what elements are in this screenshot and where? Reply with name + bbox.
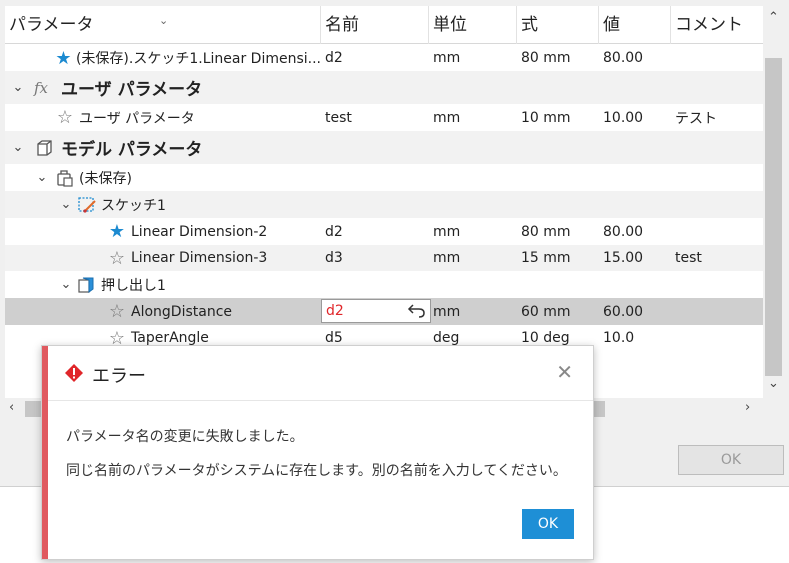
param-unit[interactable]: mm bbox=[433, 218, 460, 245]
param-name[interactable]: d3 bbox=[325, 245, 343, 271]
window-ok-button[interactable]: OK bbox=[678, 445, 784, 475]
node-label: (未保存) bbox=[79, 170, 132, 187]
table-row[interactable]: ★ (未保存).スケッチ1.Linear Dimensi... d2 mm 80… bbox=[5, 45, 763, 71]
param-label: Linear Dimension-3 bbox=[131, 250, 268, 266]
param-label: TaperAngle bbox=[131, 330, 209, 346]
param-value: 60.00 bbox=[603, 303, 644, 320]
param-value: 10.0 bbox=[603, 330, 635, 346]
dialog-message-secondary: 同じ名前のパラメータがシステムに存在します。別の名前を入力してください。 bbox=[66, 463, 567, 479]
param-expression[interactable]: 60 mm bbox=[521, 298, 571, 325]
group-row-model-parameters[interactable]: ⌄ モデル パラメータ bbox=[5, 131, 763, 164]
group-title: ユーザ パラメータ bbox=[61, 80, 203, 100]
group-title: モデル パラメータ bbox=[61, 140, 203, 160]
param-comment[interactable]: テスト bbox=[675, 104, 717, 131]
table-row-selected[interactable]: ☆ AlongDistance d2 mm 60 mm 60.00 bbox=[5, 298, 763, 325]
param-expression[interactable]: 10 mm bbox=[521, 104, 571, 131]
param-expression[interactable]: 80 mm bbox=[521, 218, 571, 245]
star-filled-icon[interactable]: ★ bbox=[107, 221, 127, 242]
dialog-header: エラー ✕ bbox=[48, 346, 593, 401]
param-value: 80.00 bbox=[603, 50, 644, 66]
param-unit[interactable]: mm bbox=[433, 104, 460, 131]
tree-node-extrude[interactable]: ⌄ 押し出し1 bbox=[5, 271, 763, 298]
param-expression[interactable]: 15 mm bbox=[521, 245, 571, 271]
param-comment[interactable]: test bbox=[675, 245, 702, 271]
column-header-name[interactable]: 名前 bbox=[321, 6, 429, 44]
table-row[interactable]: ☆ Linear Dimension-3 d3 mm 15 mm 15.00 t… bbox=[5, 245, 763, 271]
star-outline-icon[interactable]: ☆ bbox=[107, 301, 127, 322]
table-header: パラメータ ⌄ 名前 単位 式 値 コメント bbox=[5, 6, 763, 44]
scroll-down-icon[interactable]: ⌄ bbox=[768, 376, 779, 391]
param-label: ユーザ パラメータ bbox=[79, 110, 195, 127]
component-icon bbox=[55, 168, 75, 188]
param-expression[interactable]: 80 mm bbox=[521, 45, 571, 71]
cube-icon bbox=[31, 138, 57, 158]
table-row[interactable]: ☆ ユーザ パラメータ test mm 10 mm 10.00 テスト bbox=[5, 104, 763, 131]
chevron-down-icon[interactable]: ⌄ bbox=[59, 277, 73, 292]
column-header-unit[interactable]: 単位 bbox=[429, 6, 517, 44]
table-row[interactable]: ★ Linear Dimension-2 d2 mm 80 mm 80.00 bbox=[5, 218, 763, 245]
column-header-parameter[interactable]: パラメータ ⌄ bbox=[5, 6, 321, 44]
tree-node-sketch[interactable]: ⌄ スケッチ1 bbox=[5, 191, 763, 218]
sort-chevron-icon: ⌄ bbox=[159, 14, 169, 27]
error-dialog: エラー ✕ パラメータ名の変更に失敗しました。 同じ名前のパラメータがシステムに… bbox=[41, 345, 594, 560]
column-header-value[interactable]: 値 bbox=[599, 6, 671, 44]
parameters-table: パラメータ ⌄ 名前 単位 式 値 コメント ★ (未保存).スケッチ1.Line… bbox=[5, 6, 763, 398]
close-icon[interactable]: ✕ bbox=[556, 360, 573, 384]
param-value: 15.00 bbox=[603, 250, 644, 266]
column-header-label: パラメータ bbox=[9, 15, 94, 35]
star-outline-icon[interactable]: ☆ bbox=[55, 107, 75, 128]
param-label: AlongDistance bbox=[131, 303, 233, 320]
column-header-comment[interactable]: コメント bbox=[671, 6, 763, 44]
param-unit[interactable]: mm bbox=[433, 298, 460, 325]
param-name[interactable]: test bbox=[325, 104, 352, 131]
column-header-expression[interactable]: 式 bbox=[517, 6, 599, 44]
extrude-icon bbox=[77, 275, 97, 295]
scroll-left-icon[interactable]: ‹ bbox=[9, 400, 14, 415]
node-label: スケッチ1 bbox=[101, 197, 166, 214]
param-unit[interactable]: mm bbox=[433, 245, 460, 271]
param-name[interactable]: d2 bbox=[325, 218, 343, 245]
dialog-message-primary: パラメータ名の変更に失敗しました。 bbox=[66, 429, 304, 445]
name-edit-value[interactable]: d2 bbox=[326, 303, 344, 319]
vertical-scroll-thumb[interactable] bbox=[765, 58, 782, 376]
star-outline-icon[interactable]: ☆ bbox=[107, 248, 127, 269]
sketch-icon bbox=[77, 195, 97, 215]
param-name[interactable]: d2 bbox=[325, 45, 343, 71]
dialog-title: エラー bbox=[92, 366, 146, 387]
group-row-user-parameters[interactable]: ⌄ fx ユーザ パラメータ bbox=[5, 71, 763, 104]
undo-icon[interactable] bbox=[407, 301, 427, 323]
svg-text:fx: fx bbox=[33, 79, 49, 97]
dialog-ok-button[interactable]: OK bbox=[522, 509, 574, 539]
param-label: Linear Dimension-2 bbox=[131, 223, 268, 240]
scroll-up-icon[interactable]: ⌃ bbox=[768, 10, 779, 25]
star-filled-icon[interactable]: ★ bbox=[55, 48, 72, 69]
node-label: 押し出し1 bbox=[101, 277, 166, 294]
param-label: (未保存).スケッチ1.Linear Dimensi... bbox=[75, 51, 321, 67]
name-edit-field[interactable]: d2 bbox=[321, 299, 431, 323]
param-value: 10.00 bbox=[603, 109, 644, 126]
scroll-right-icon[interactable]: › bbox=[745, 400, 750, 415]
chevron-down-icon[interactable]: ⌄ bbox=[11, 140, 25, 155]
error-icon bbox=[64, 363, 84, 387]
tree-node-component[interactable]: ⌄ (未保存) bbox=[5, 164, 763, 191]
chevron-down-icon[interactable]: ⌄ bbox=[59, 197, 73, 212]
param-unit[interactable]: mm bbox=[433, 45, 460, 71]
param-value: 80.00 bbox=[603, 223, 644, 240]
chevron-down-icon[interactable]: ⌄ bbox=[35, 170, 49, 185]
vertical-scrollbar[interactable]: ⌃ ⌄ bbox=[763, 6, 784, 398]
chevron-down-icon[interactable]: ⌄ bbox=[11, 80, 25, 95]
fx-icon: fx bbox=[31, 78, 57, 98]
